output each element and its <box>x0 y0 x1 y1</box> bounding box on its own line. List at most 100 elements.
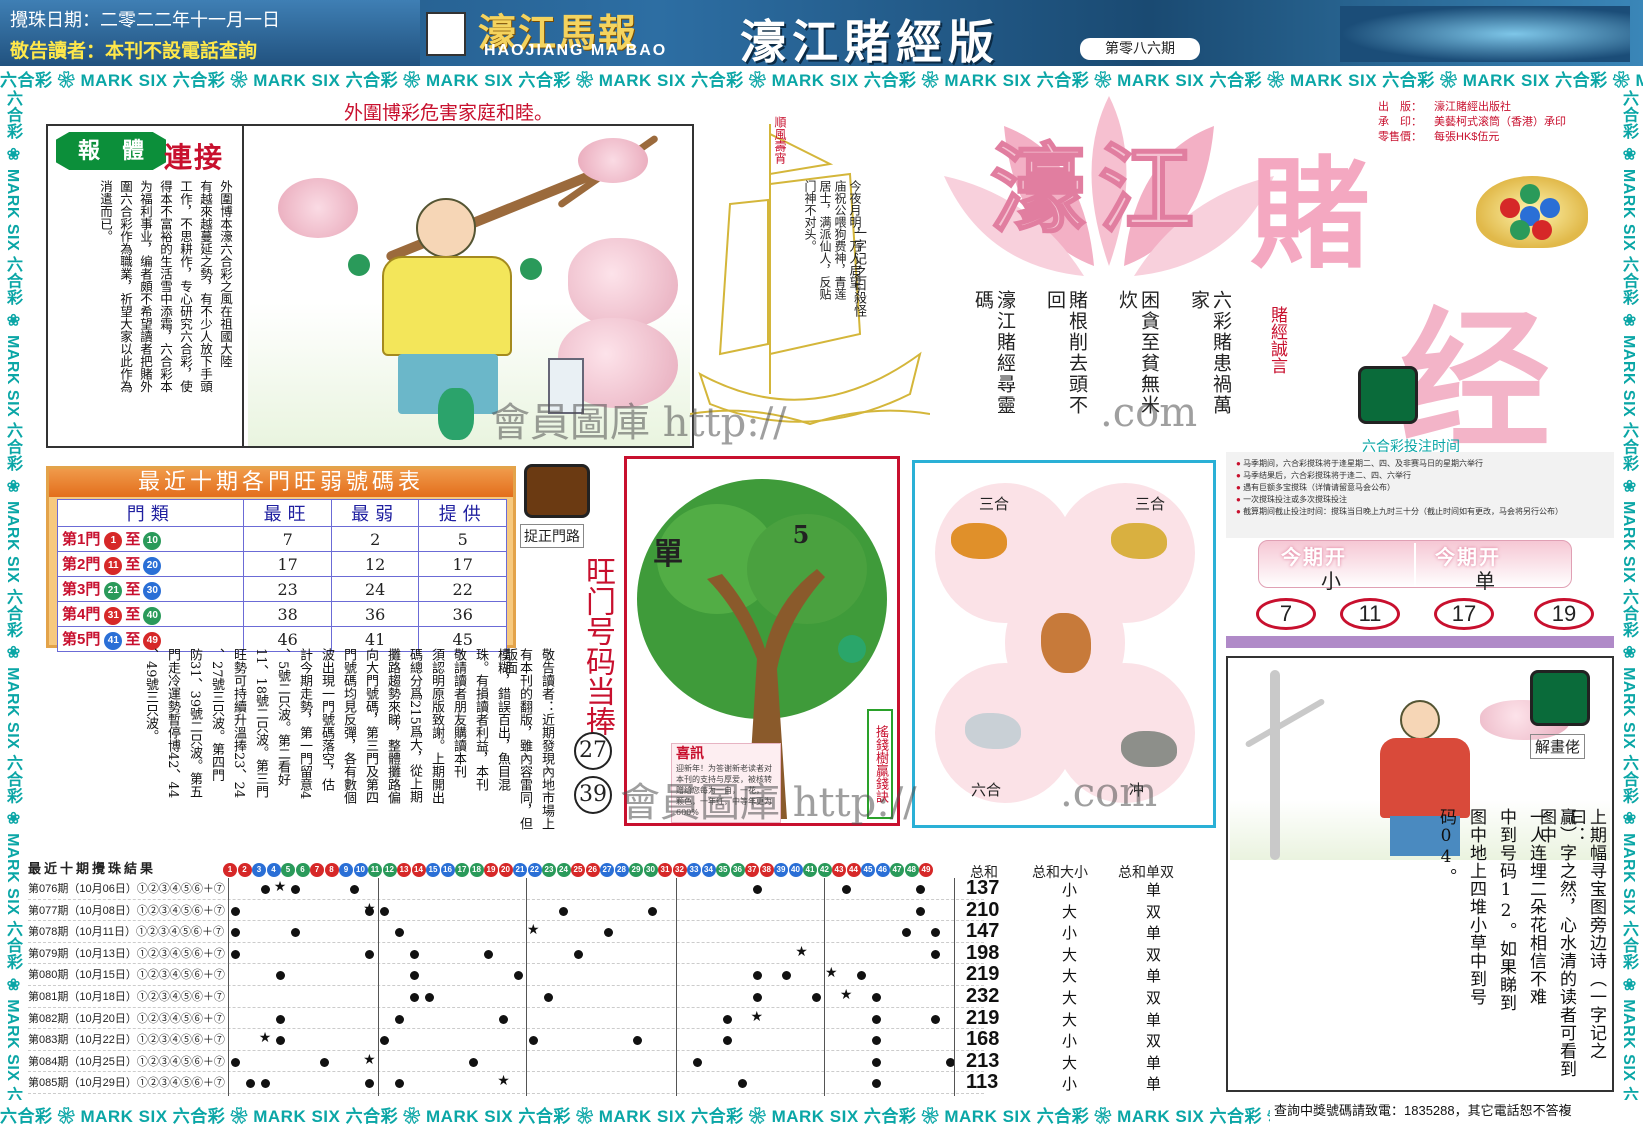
drawn-ball-dot <box>812 993 822 1002</box>
result-label: 第079期（10月13日）①②③④⑤⑥＋⑦ <box>28 947 225 960</box>
grid-line <box>378 878 379 1096</box>
gate-from-ball: 31 <box>104 606 123 625</box>
motto: 賭根削去頭不回 <box>1044 290 1088 416</box>
gate-cell: 第2門 11 至 20 <box>56 551 245 577</box>
ball-number-header: 43 <box>832 862 846 877</box>
special-ball-star: ★ <box>825 965 838 982</box>
schedule-item: 马季结果后，六合彩搅珠将于逢二、四、六举行 <box>1236 470 1604 482</box>
hot-cold-row: 第2門 11 至 20 17 12 17 <box>56 551 507 577</box>
drawn-ball-dot <box>856 971 866 981</box>
special-ball-star: ★ <box>795 943 808 960</box>
ball-number-header: 34 <box>701 862 716 877</box>
drawn-ball-dot <box>231 949 240 959</box>
gate-cell: 第3門 21 至 30 <box>56 576 245 602</box>
ball-icon <box>1520 184 1540 204</box>
ship-poem-title: 一字记之曰殺怪 <box>851 226 866 317</box>
issue-number: 第零八六期 <box>1080 38 1200 60</box>
ball-number-header: 31 <box>658 862 672 877</box>
gate-cell: 第1門 1 至 10 <box>56 526 245 552</box>
ball-number-header: 4 <box>266 862 281 877</box>
motto-red: 賭經誠言 <box>1267 306 1287 374</box>
gate-to-ball: 10 <box>143 531 162 550</box>
lianjie-body: 外圍博本濠六合彩之風在祖國大陸 有越來越蔓延之勢，有不少人放下手頭 工作，不思耕… <box>58 180 234 440</box>
tree-trunk <box>1270 670 1280 860</box>
draw-date: 攪珠日期：二零二二年十一月一日 <box>10 10 280 30</box>
slogan: 外圍博彩危害家庭和睦。 <box>344 103 554 124</box>
drawn-ball-dot <box>871 1079 881 1089</box>
analysis-col: 、5號二只波。第二看好 <box>275 648 290 787</box>
sum-odd-even: 双 <box>1146 1032 1162 1051</box>
ball-number-header: 15 <box>426 862 440 877</box>
schedule-item: 一次搅珠投注或多次搅珠投注 <box>1236 494 1604 506</box>
drawn-ball-dot <box>931 1014 941 1024</box>
drawn-ball-dot <box>648 906 658 916</box>
drawn-ball-dot <box>231 1057 240 1067</box>
sum-size: 小 <box>1062 1075 1078 1094</box>
to-word: 至 <box>125 631 141 649</box>
drawn-ball-dot <box>737 1079 747 1089</box>
gate-name: 第4門 <box>62 606 101 624</box>
sum-size: 大 <box>1062 902 1078 921</box>
ball-number-header: 40 <box>788 862 803 877</box>
drawn-ball-dot <box>350 885 360 894</box>
cell-give: 5 <box>418 526 507 552</box>
hand-writing-icon <box>1358 366 1418 424</box>
zodiac-label: 六合 <box>971 781 1002 799</box>
hot-cold-table: 門類 最旺 最弱 提供 第1門 1 至 10 7 2 5 第2門 11 至 20 17 12 17 第3門 2… <box>56 499 507 652</box>
drawn-ball-dot <box>394 1079 404 1089</box>
analysis-col: 波出現一門號碼落空，估 <box>319 648 334 791</box>
to-word: 至 <box>125 531 141 549</box>
ball-number-header: 44 <box>846 862 861 877</box>
grid-line <box>676 878 677 1096</box>
sail-text: 順風壽宵 <box>773 116 787 164</box>
drawn-ball-dot <box>722 1014 732 1024</box>
special-ball-star: ★ <box>527 922 540 939</box>
results-header: 最近十期攪珠結果 1 2 3 4 5 6 7 8 9 10 11 12 13 14 15 16 17 18 19 20 2… <box>28 858 984 877</box>
results-title: 最近十期攪珠結果 <box>28 861 157 876</box>
ball-number-header: 29 <box>629 862 643 877</box>
tag-bao-ti: 報 體 <box>56 132 166 170</box>
drawn-ball-dot <box>752 971 762 981</box>
sum-odd-even: 双 <box>1146 945 1162 964</box>
analysis-col: 門走冷運勢暫停博42、44 <box>165 648 180 799</box>
tree-branch <box>1244 697 1326 749</box>
drawn-ball-dot <box>424 993 434 1002</box>
ball-number-header: 42 <box>817 862 832 877</box>
period-number: 19 <box>1534 598 1594 630</box>
analysis-col: 、49號三只波。 <box>143 648 158 743</box>
result-row: 第080期（10月15日）①②③④⑤⑥＋⑦ ★ <box>28 964 984 986</box>
header-decoration <box>1340 6 1630 62</box>
sum-size: 小 <box>1062 881 1078 899</box>
jiehua-text: 上期幅寻宝图旁边诗（一字记之曰： 贏）字之然，心水清的读者可看到图中 一人连埋二… <box>1426 808 1606 1092</box>
divider <box>1414 543 1416 587</box>
hot-cold-row: 第1門 1 至 10 7 2 5 <box>56 526 507 552</box>
sum-odd-even: 双 <box>1146 902 1162 921</box>
drawn-ball-dot <box>484 949 494 959</box>
ball-icon <box>1532 220 1552 240</box>
pub-label: 承 印： <box>1378 116 1422 128</box>
cell-give: 22 <box>418 576 507 602</box>
analysis-col: 計今期走勢，第一門留意4 <box>297 648 312 800</box>
special-ball-star: ★ <box>363 900 376 917</box>
analysis-col: 防31、39號二只波。第五 <box>187 648 202 799</box>
schedule-item: 马季期间，六合彩搅珠将于逢星期二、四、及非赛马日的星期六举行 <box>1236 458 1604 470</box>
sum-value: 198 <box>966 941 1000 964</box>
wang-ball: 27 <box>574 732 612 770</box>
gate-from-ball: 21 <box>104 581 123 600</box>
drawn-ball-dot <box>380 906 389 916</box>
tree-five: 5 <box>792 520 810 549</box>
col-header: 最弱 <box>330 499 420 527</box>
result-label: 第085期（10月29日）①②③④⑤⑥＋⑦ <box>28 1077 225 1090</box>
ball-number-header: 45 <box>861 862 875 877</box>
hand-catch-icon <box>524 464 590 518</box>
ball-number-header: 48 <box>904 862 919 877</box>
sum-odd-even: 单 <box>1146 967 1162 986</box>
ball-number-header: 30 <box>643 862 658 877</box>
lottery-balls-icon <box>1476 176 1588 248</box>
result-label: 第082期（10月20日）①②③④⑤⑥＋⑦ <box>28 1012 225 1025</box>
to-word: 至 <box>125 556 141 574</box>
drawn-ball-dot <box>409 971 419 981</box>
lianjie-col: 工作，不思耕作，专心研究六合彩，使 <box>178 180 193 393</box>
analysis-col: 向大門號碼，第三門及第四 <box>363 648 378 804</box>
lianjie-col: 圍六合彩作為職業，祈望大家以此作為 <box>118 180 133 393</box>
